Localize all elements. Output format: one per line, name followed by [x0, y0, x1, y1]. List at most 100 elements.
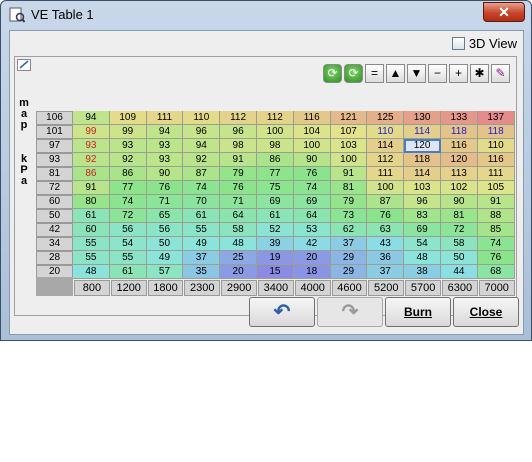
ve-cell[interactable]: 100 — [367, 181, 405, 195]
ve-cell[interactable]: 60 — [73, 223, 110, 237]
decrease-button[interactable]: ▼ — [407, 64, 426, 83]
ve-cell[interactable]: 55 — [183, 223, 221, 237]
ve-cell[interactable]: 61 — [73, 209, 110, 223]
ve-cell[interactable]: 48 — [404, 251, 441, 265]
window-close-button[interactable]: ✕ — [483, 2, 525, 22]
ve-cell[interactable]: 100 — [257, 125, 294, 139]
ve-cell[interactable]: 54 — [404, 237, 441, 251]
ve-cell[interactable]: 85 — [477, 223, 515, 237]
ve-cell[interactable]: 110 — [183, 111, 221, 125]
view-3d-toggle[interactable]: 3D View — [451, 36, 517, 51]
ve-cell[interactable]: 103 — [330, 139, 368, 153]
ve-cell[interactable]: 120 — [441, 153, 478, 167]
ve-cell[interactable]: 20 — [220, 265, 257, 279]
ve-cell[interactable]: 61 — [257, 209, 294, 223]
ve-cell[interactable]: 77 — [257, 167, 294, 181]
ve-cell[interactable]: 98 — [257, 139, 294, 153]
ve-cell[interactable]: 125 — [367, 111, 405, 125]
view-3d-checkbox[interactable] — [451, 37, 465, 50]
ve-cell[interactable]: 69 — [257, 195, 294, 209]
ve-cell[interactable]: 99 — [73, 125, 110, 139]
ve-cell[interactable]: 76 — [146, 181, 184, 195]
ve-cell[interactable]: 61 — [183, 209, 221, 223]
ve-cell[interactable]: 137 — [477, 111, 515, 125]
ve-cell[interactable]: 116 — [293, 111, 331, 125]
ve-cell[interactable]: 111 — [367, 167, 405, 181]
refresh-up-icon[interactable]: ⟳ — [323, 64, 342, 83]
ve-cell[interactable]: 58 — [220, 223, 257, 237]
ve-cell[interactable]: 88 — [477, 209, 515, 223]
ve-cell[interactable]: 91 — [73, 181, 110, 195]
ve-cell[interactable]: 74 — [109, 195, 147, 209]
ve-cell[interactable]: 61 — [109, 265, 147, 279]
ve-cell[interactable]: 116 — [441, 139, 478, 153]
ve-cell[interactable]: 86 — [257, 153, 294, 167]
redo-button[interactable]: ↷ — [317, 297, 383, 327]
ve-cell[interactable]: 38 — [404, 265, 441, 279]
refresh-down-icon[interactable]: ⟳ — [344, 64, 363, 83]
ve-cell[interactable]: 42 — [293, 237, 331, 251]
ve-cell[interactable]: 107 — [330, 125, 368, 139]
ve-cell[interactable]: 37 — [367, 265, 405, 279]
ve-cell[interactable]: 36 — [367, 251, 405, 265]
ve-cell[interactable]: 96 — [404, 195, 441, 209]
plus-button[interactable]: + — [449, 64, 468, 83]
minus-button[interactable]: − — [428, 64, 447, 83]
ve-cell[interactable]: 100 — [293, 139, 331, 153]
ve-cell[interactable]: 76 — [477, 251, 515, 265]
ve-cell[interactable]: 43 — [367, 237, 405, 251]
ve-cell[interactable]: 118 — [441, 125, 478, 139]
ve-cell[interactable]: 111 — [477, 167, 515, 181]
ve-cell[interactable]: 98 — [220, 139, 257, 153]
ve-cell[interactable]: 55 — [73, 251, 110, 265]
ve-cell[interactable]: 25 — [220, 251, 257, 265]
ve-cell[interactable]: 44 — [441, 265, 478, 279]
ve-cell[interactable]: 112 — [257, 111, 294, 125]
equals-button[interactable]: = — [365, 64, 384, 83]
ve-cell[interactable]: 68 — [477, 265, 515, 279]
ve-cell[interactable]: 81 — [330, 181, 368, 195]
ve-cell[interactable]: 70 — [183, 195, 221, 209]
ve-cell[interactable]: 104 — [293, 125, 331, 139]
ve-cell[interactable]: 110 — [367, 125, 405, 139]
ve-cell[interactable]: 114 — [404, 167, 441, 181]
ve-cell[interactable]: 74 — [183, 181, 221, 195]
ve-cell[interactable]: 100 — [330, 153, 368, 167]
ve-cell[interactable]: 93 — [73, 139, 110, 153]
ve-cell[interactable]: 92 — [183, 153, 221, 167]
ve-cell[interactable]: 79 — [330, 195, 368, 209]
ve-cell[interactable]: 64 — [220, 209, 257, 223]
ve-cell[interactable]: 75 — [257, 181, 294, 195]
ve-cell[interactable]: 114 — [367, 139, 405, 153]
ve-cell[interactable]: 76 — [367, 209, 405, 223]
ve-cell[interactable]: 109 — [109, 111, 147, 125]
ve-cell[interactable]: 90 — [293, 153, 331, 167]
ve-cell[interactable]: 50 — [146, 237, 184, 251]
ve-cell[interactable]: 57 — [146, 265, 184, 279]
ve-cell[interactable]: 102 — [441, 181, 478, 195]
ve-cell[interactable]: 113 — [441, 167, 478, 181]
ve-cell[interactable]: 83 — [404, 209, 441, 223]
ve-cell[interactable]: 120 — [404, 139, 441, 153]
ve-cell[interactable]: 94 — [73, 111, 110, 125]
ve-cell[interactable]: 96 — [183, 125, 221, 139]
ve-cell[interactable]: 58 — [441, 237, 478, 251]
ve-cell[interactable]: 112 — [367, 153, 405, 167]
ve-cell[interactable]: 103 — [404, 181, 441, 195]
ve-cell[interactable]: 20 — [293, 251, 331, 265]
ve-cell[interactable]: 37 — [330, 237, 368, 251]
ve-cell[interactable]: 130 — [404, 111, 441, 125]
ve-cell[interactable]: 72 — [441, 223, 478, 237]
ve-cell[interactable]: 56 — [146, 223, 184, 237]
ve-cell[interactable]: 29 — [330, 251, 368, 265]
ve-cell[interactable]: 15 — [257, 265, 294, 279]
ve-cell[interactable]: 118 — [404, 153, 441, 167]
ve-cell[interactable]: 18 — [293, 265, 331, 279]
ve-cell[interactable]: 62 — [330, 223, 368, 237]
ve-cell[interactable]: 90 — [441, 195, 478, 209]
ve-cell[interactable]: 79 — [220, 167, 257, 181]
ve-cell[interactable]: 76 — [220, 181, 257, 195]
ve-cell[interactable]: 121 — [330, 111, 368, 125]
ve-cell[interactable]: 48 — [220, 237, 257, 251]
ve-cell[interactable]: 74 — [293, 181, 331, 195]
